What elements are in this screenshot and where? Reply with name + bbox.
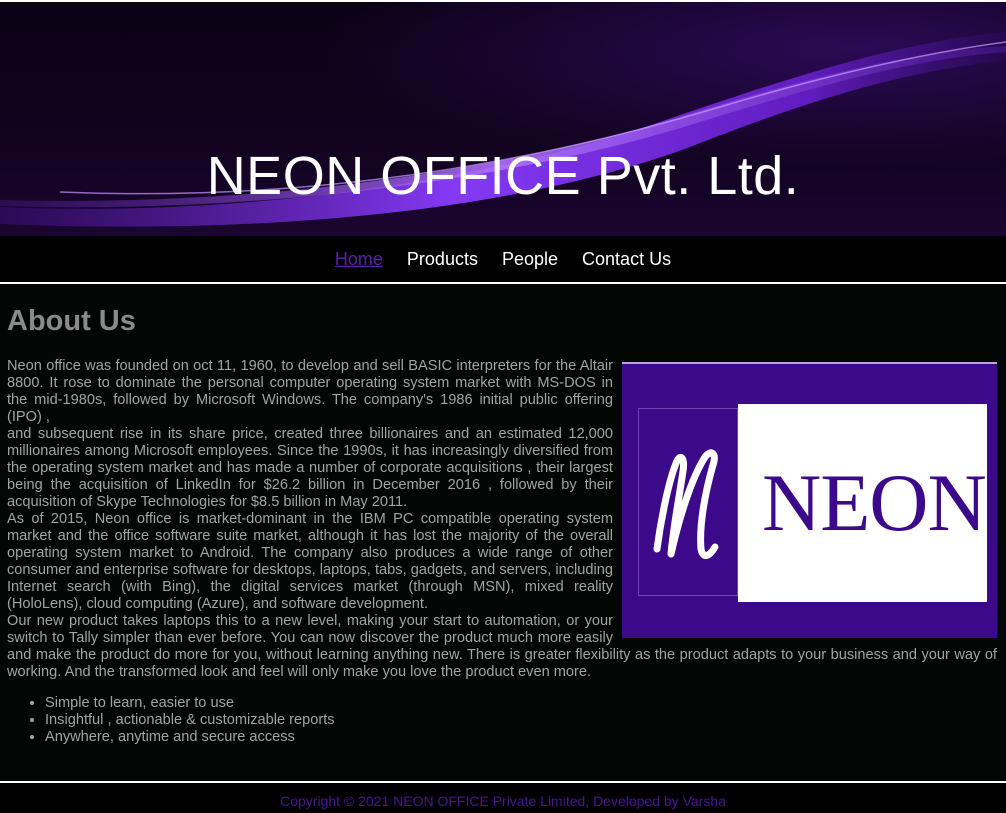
nav-link-products[interactable]: Products (407, 236, 478, 282)
logo-monogram-panel (638, 408, 738, 596)
list-item: Simple to learn, easier to use (45, 695, 997, 712)
n-monogram-icon (653, 449, 719, 559)
about-section: About Us NEON Neon office was founded on… (0, 284, 1006, 781)
nav-link-contact-us[interactable]: Contact Us (582, 236, 671, 282)
neon-logo-image: NEON (622, 362, 997, 638)
logo-wordmark: NEON (762, 457, 987, 548)
feature-list: Simple to learn, easier to use Insightfu… (7, 695, 997, 746)
footer: Copyright © 2021 NEON OFFICE Private Lim… (0, 783, 1006, 813)
page: NEON OFFICE Pvt. Ltd. Home Products Peop… (0, 0, 1006, 813)
nav-link-home[interactable]: Home (335, 236, 383, 282)
list-item: Insightful , actionable & customizable r… (45, 712, 997, 729)
nav-link-people[interactable]: People (502, 236, 558, 282)
copyright-text: Copyright © 2021 NEON OFFICE Private Lim… (280, 793, 726, 809)
about-content: NEON Neon office was founded on oct 11, … (7, 358, 997, 746)
section-heading: About Us (7, 305, 136, 337)
header-banner: NEON OFFICE Pvt. Ltd. (0, 2, 1006, 236)
company-title: NEON OFFICE Pvt. Ltd. (206, 146, 800, 206)
list-item: Anywhere, anytime and secure access (45, 729, 997, 746)
main-nav: Home Products People Contact Us (0, 236, 1006, 282)
